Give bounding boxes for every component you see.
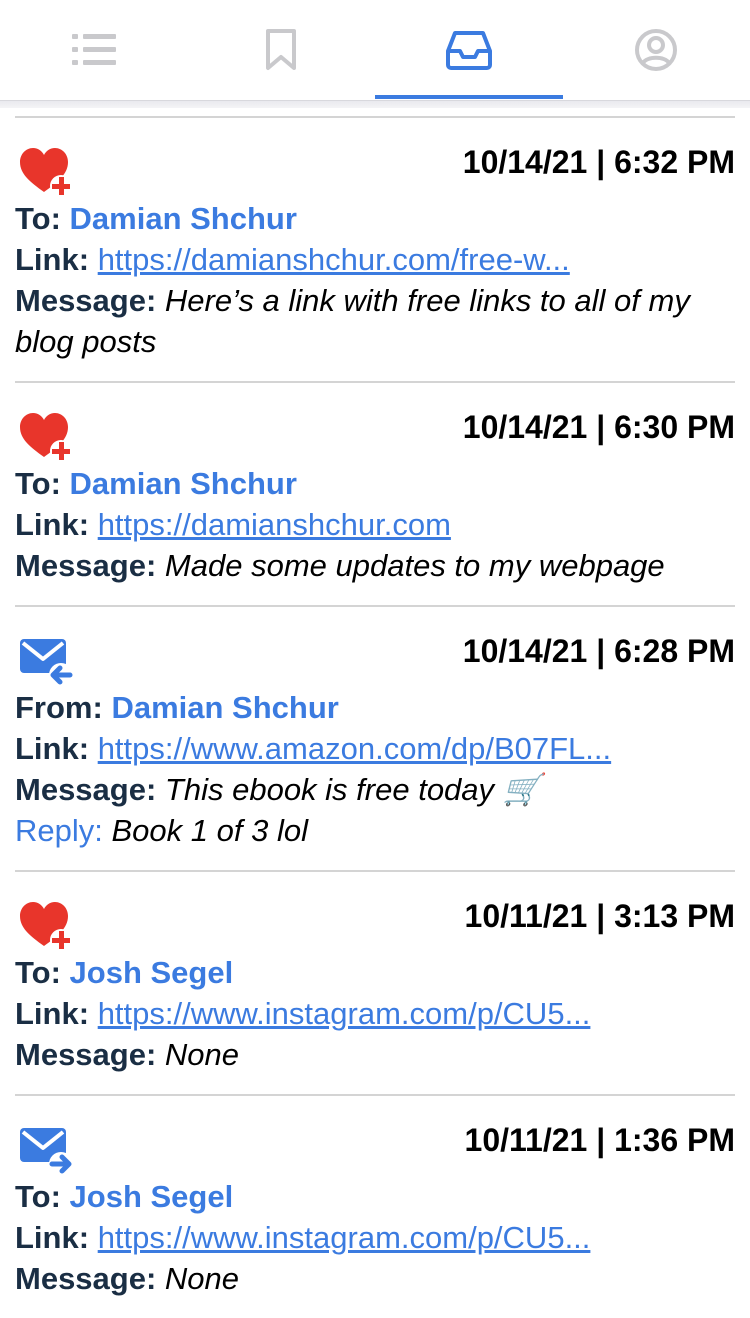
link-label: Link: bbox=[15, 996, 89, 1031]
recipient-name[interactable]: Josh Segel bbox=[70, 1179, 234, 1214]
link-url[interactable]: https://www.instagram.com/p/CU5... bbox=[98, 1220, 591, 1255]
message-label: Message: bbox=[15, 1261, 156, 1296]
timestamp: 10/11/21 | 1:36 PM bbox=[465, 1120, 735, 1160]
message-feed[interactable]: 10/14/21 | 6:32 PM To: Damian Shchur Lin… bbox=[15, 116, 735, 1318]
inbox-icon bbox=[445, 30, 493, 70]
tab-bar-divider bbox=[0, 100, 750, 108]
link-label: Link: bbox=[15, 507, 89, 542]
list-item[interactable]: 10/14/21 | 6:30 PM To: Damian Shchur Lin… bbox=[15, 381, 735, 605]
message-label: Message: bbox=[15, 772, 156, 807]
recipient-label: To: bbox=[15, 201, 61, 236]
message-text: This ebook is free today 🛒 bbox=[165, 772, 541, 807]
mail-sent-icon bbox=[18, 1124, 74, 1176]
bookmark-icon bbox=[264, 29, 298, 71]
list-item[interactable]: 10/11/21 | 1:36 PM To: Josh Segel Link: … bbox=[15, 1094, 735, 1318]
list-item[interactable]: 10/11/21 | 3:13 PM To: Josh Segel Link: … bbox=[15, 870, 735, 1094]
link-url[interactable]: https://www.instagram.com/p/CU5... bbox=[98, 996, 591, 1031]
sender-label: From: bbox=[15, 690, 103, 725]
recipient-label: To: bbox=[15, 1179, 61, 1214]
reply-label: Reply: bbox=[15, 813, 103, 848]
recipient-label: To: bbox=[15, 955, 61, 990]
message-text: None bbox=[165, 1261, 239, 1296]
recipient-name[interactable]: Josh Segel bbox=[70, 955, 234, 990]
list-icon bbox=[72, 33, 116, 67]
message-text: Made some updates to my webpage bbox=[165, 548, 665, 583]
link-url[interactable]: https://damianshchur.com bbox=[98, 507, 451, 542]
message-text: None bbox=[165, 1037, 239, 1072]
active-tab-indicator bbox=[375, 95, 563, 99]
heart-plus-icon bbox=[18, 146, 74, 198]
link-label: Link: bbox=[15, 731, 89, 766]
list-item[interactable]: 10/14/21 | 6:32 PM To: Damian Shchur Lin… bbox=[15, 116, 735, 381]
message-label: Message: bbox=[15, 1037, 156, 1072]
link-url[interactable]: https://www.amazon.com/dp/B07FL... bbox=[98, 731, 611, 766]
user-circle-icon bbox=[634, 28, 678, 72]
tab-profile[interactable] bbox=[563, 0, 750, 100]
mail-received-icon bbox=[18, 635, 74, 687]
link-url[interactable]: https://damianshchur.com/free-w... bbox=[98, 242, 570, 277]
link-label: Link: bbox=[15, 1220, 89, 1255]
sender-name[interactable]: Damian Shchur bbox=[111, 690, 338, 725]
timestamp: 10/14/21 | 6:32 PM bbox=[463, 142, 735, 182]
timestamp: 10/14/21 | 6:30 PM bbox=[463, 407, 735, 447]
reply-text: Book 1 of 3 lol bbox=[112, 813, 308, 848]
tab-inbox[interactable] bbox=[375, 0, 563, 100]
list-item[interactable]: 10/14/21 | 6:28 PM From: Damian Shchur L… bbox=[15, 605, 735, 870]
timestamp: 10/14/21 | 6:28 PM bbox=[463, 631, 735, 671]
tab-list[interactable] bbox=[0, 0, 188, 100]
recipient-label: To: bbox=[15, 466, 61, 501]
timestamp: 10/11/21 | 3:13 PM bbox=[465, 896, 735, 936]
heart-plus-icon bbox=[18, 900, 74, 952]
tab-bar bbox=[0, 0, 750, 100]
message-label: Message: bbox=[15, 283, 156, 318]
heart-plus-icon bbox=[18, 411, 74, 463]
tab-bookmarks[interactable] bbox=[188, 0, 376, 100]
recipient-name[interactable]: Damian Shchur bbox=[70, 466, 297, 501]
link-label: Link: bbox=[15, 242, 89, 277]
message-label: Message: bbox=[15, 548, 156, 583]
recipient-name[interactable]: Damian Shchur bbox=[70, 201, 297, 236]
